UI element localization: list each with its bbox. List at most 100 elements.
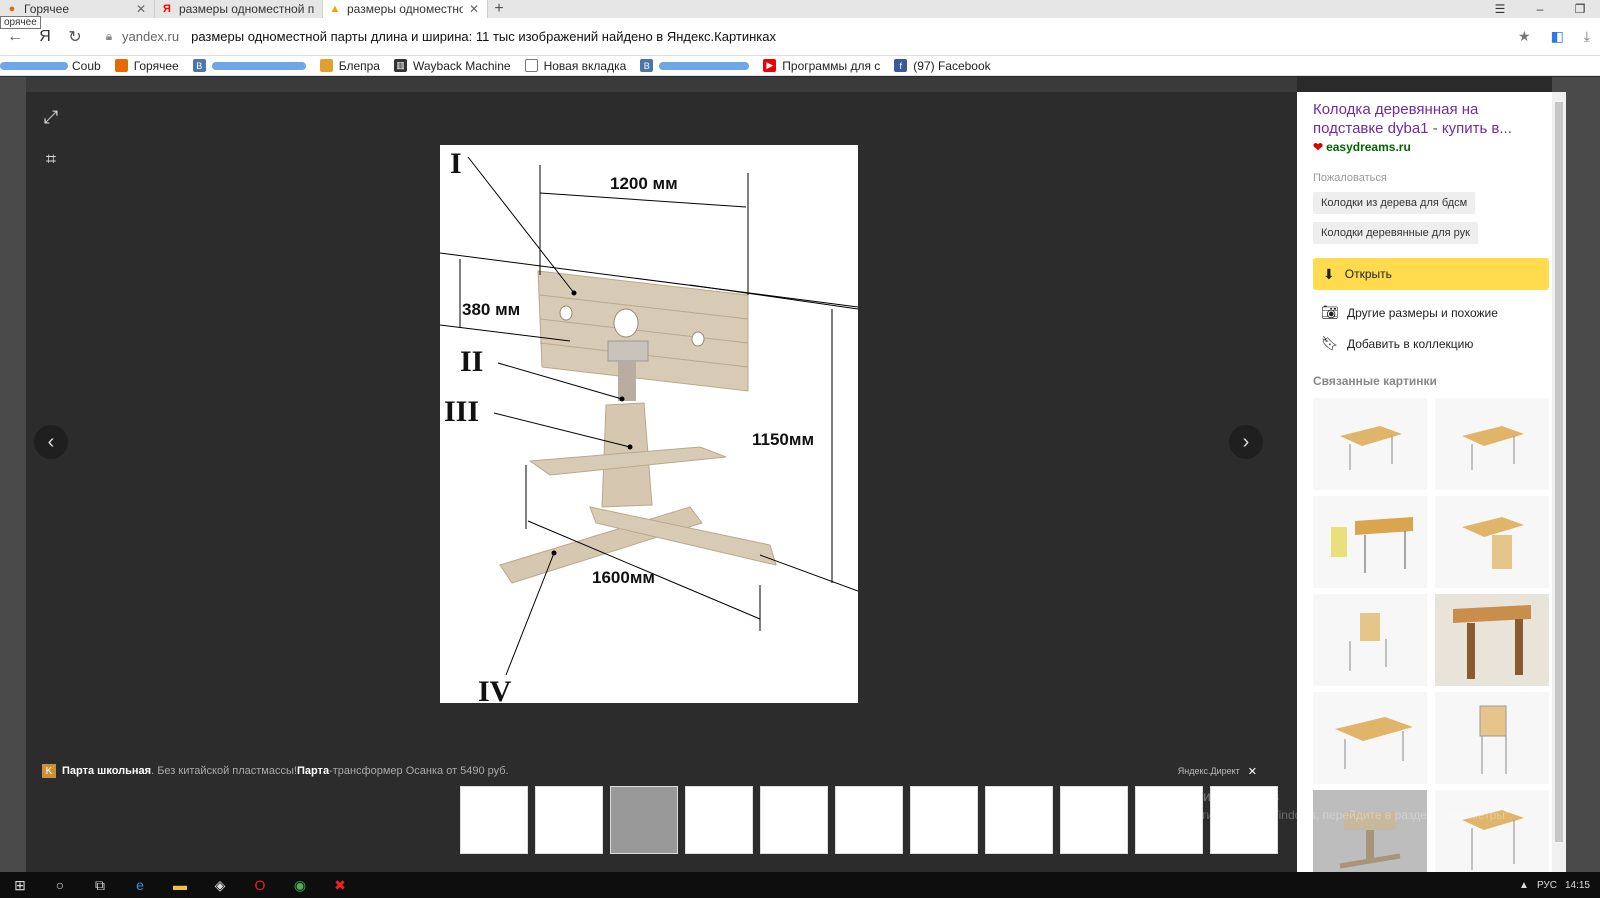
yandex-direct-label[interactable]: Яндекс.Директ (1178, 766, 1240, 776)
thumbnail[interactable] (985, 786, 1053, 854)
thumbnail[interactable] (910, 786, 978, 854)
related-image[interactable] (1313, 594, 1427, 686)
lock-icon[interactable]: 🔒︎ (100, 29, 118, 44)
download-icon: ⬇ (1323, 265, 1335, 282)
clock[interactable]: 14:15 (1565, 880, 1590, 891)
address-domain[interactable]: yandex.ru (122, 29, 179, 44)
close-ad-icon[interactable]: ✕ (1248, 765, 1257, 778)
start-icon[interactable]: ⊞ (0, 877, 40, 894)
ad-line[interactable]: K Парта школьная. Без китайской пластмас… (42, 763, 1257, 779)
system-tray: ▲ РУС 14:15 (1511, 880, 1600, 891)
panel-scrollbar[interactable] (1552, 92, 1566, 872)
yandex-browser-icon[interactable]: ✖ (320, 877, 360, 894)
yandex-favicon-icon: Я (163, 3, 171, 15)
thumbnail[interactable] (835, 786, 903, 854)
tag-chip[interactable]: Колодки деревянные для рук (1313, 222, 1478, 244)
vk-icon: В (640, 59, 654, 72)
opera-icon[interactable]: O (240, 877, 280, 893)
info-panel: Колодка деревянная на подставке dyba1 - … (1297, 92, 1552, 882)
tab-label: размеры одноместной пар (179, 2, 314, 16)
part-label-4: IV (478, 675, 512, 703)
thumbnail[interactable] (460, 786, 528, 854)
language-indicator[interactable]: РУС (1537, 880, 1557, 891)
hot-favicon-icon: ● (8, 3, 16, 15)
extension-icon[interactable]: ◧ (1551, 28, 1564, 45)
image-source-title[interactable]: Колодка деревянная на подставке dyba1 - … (1313, 100, 1536, 138)
bookmark-programs[interactable]: ▶ Программы для с (763, 59, 880, 73)
thumbnail-selected[interactable] (610, 786, 678, 854)
page-icon (524, 59, 538, 72)
download-icon[interactable]: ⤓ (1584, 28, 1590, 45)
bookmark-wayback[interactable]: ▥ Wayback Machine (393, 59, 511, 73)
bookmark-coub[interactable]: Coub (0, 59, 101, 73)
bookmark-vk-blurred[interactable]: В (192, 59, 306, 72)
other-sizes-link[interactable]: 📷︎ Другие размеры и похожие (1313, 304, 1536, 321)
complain-link[interactable]: Пожаловаться (1313, 172, 1536, 184)
close-tab-icon[interactable]: ✕ (136, 2, 146, 16)
blepra-icon (319, 59, 333, 72)
viewer-top-strip (26, 77, 1297, 92)
tab-yandex-search[interactable]: Я размеры одноместной пар (155, 0, 323, 18)
related-image[interactable] (1435, 398, 1549, 490)
chrome-icon[interactable]: ◉ (280, 877, 320, 894)
images-favicon-icon: ▲ (329, 3, 341, 15)
part-label-3: III (444, 395, 479, 428)
tab-yandex-images[interactable]: ▲ размеры одноместной п ✕ (323, 0, 488, 18)
dim-width-label: 1200 мм (610, 174, 678, 193)
thumbnail[interactable] (535, 786, 603, 854)
menu-icon[interactable]: ☰ (1480, 0, 1520, 18)
main-image[interactable]: 1200 мм 380 мм 1150мм 1600мм I II III IV (440, 145, 858, 703)
new-tab-button[interactable]: + (488, 0, 510, 18)
related-heading: Связанные картинки (1313, 374, 1437, 388)
add-collection-link[interactable]: 🔖︎ Добавить в коллекцию (1313, 335, 1536, 352)
network-icon[interactable]: ▲ (1519, 880, 1529, 891)
activation-watermark-sub: Чтобы активировать Windows, перейдите в … (1150, 808, 1513, 822)
dim-base-label: 1600мм (592, 568, 655, 587)
thumbnail[interactable] (1060, 786, 1128, 854)
yandex-home-icon[interactable]: Я (30, 28, 60, 46)
scrollbar-thumb[interactable] (1555, 102, 1563, 842)
store-icon[interactable]: ◈ (200, 877, 240, 894)
related-image[interactable] (1313, 496, 1427, 588)
crop-icon[interactable]: ⌗ (36, 144, 66, 174)
bookmark-vk2-blurred[interactable]: В (640, 59, 750, 72)
thumbnail[interactable] (760, 786, 828, 854)
search-icon[interactable]: ○ (40, 877, 80, 893)
blurred-bookmark (211, 61, 306, 70)
bookmark-newtab[interactable]: Новая вкладка (524, 59, 626, 73)
related-image[interactable] (1313, 398, 1427, 490)
tooltip: орячее (0, 16, 41, 29)
folder-icon[interactable]: ▬ (160, 877, 200, 893)
related-image[interactable] (1435, 594, 1549, 686)
minimize-icon[interactable]: – (1520, 0, 1560, 18)
bookmark-blepra[interactable]: Блепра (319, 59, 380, 73)
related-image[interactable] (1313, 692, 1427, 784)
pillory-drawing: 1200 мм 380 мм 1150мм 1600мм I II III IV (440, 147, 858, 703)
related-image[interactable] (1435, 496, 1549, 588)
tag-chip[interactable]: Колодки из дерева для бдсм (1313, 192, 1476, 214)
thumbnail[interactable] (685, 786, 753, 854)
restore-icon[interactable]: ❐ (1560, 0, 1600, 18)
next-image-button[interactable]: › (1229, 425, 1263, 459)
edge-icon[interactable]: e (120, 877, 160, 893)
blurred-bookmark (0, 61, 68, 70)
close-tab-icon[interactable]: ✕ (469, 2, 479, 16)
task-view-icon[interactable]: ⧉ (80, 877, 120, 894)
prev-image-button[interactable]: ‹ (34, 425, 68, 459)
bookmark-star-icon[interactable]: ★ (1518, 28, 1531, 45)
back-icon[interactable]: ← (0, 28, 30, 46)
dim-top-label: 380 мм (462, 300, 520, 319)
source-site[interactable]: ❤ easydreams.ru (1313, 140, 1536, 154)
related-image[interactable] (1435, 790, 1549, 882)
bookmark-hot[interactable]: Горячее (114, 59, 179, 73)
related-image[interactable] (1313, 790, 1427, 882)
fullscreen-icon[interactable]: ⤢ (36, 102, 66, 132)
reload-icon[interactable]: ↻ (60, 27, 90, 47)
bookmark-facebook[interactable]: f (97) Facebook (894, 59, 991, 73)
address-title[interactable]: размеры одноместной парты длина и ширина… (191, 29, 776, 44)
open-button[interactable]: ⬇ Открыть (1313, 258, 1549, 290)
part-label-2: II (460, 345, 483, 378)
camera-icon: 📷︎ (1321, 304, 1339, 320)
related-image[interactable] (1435, 692, 1549, 784)
facebook-icon: f (894, 59, 908, 72)
